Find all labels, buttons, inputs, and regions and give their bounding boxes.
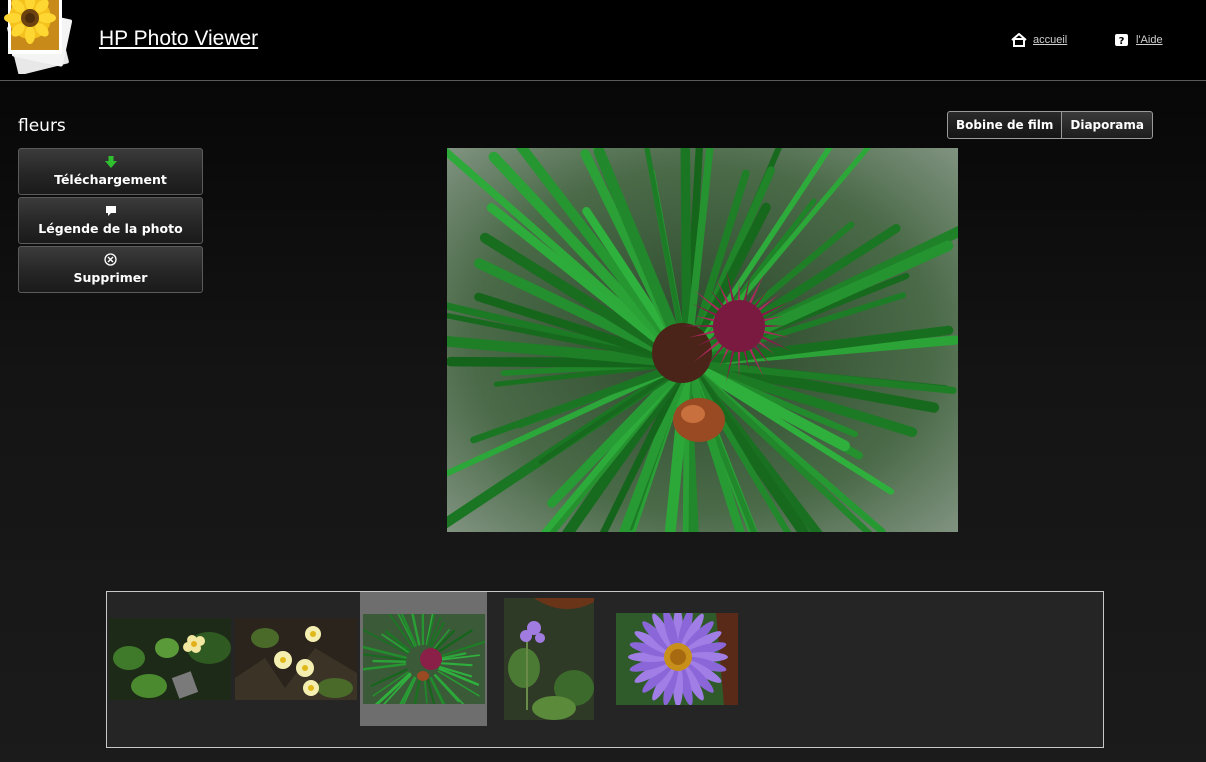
delete-button-label: Supprimer xyxy=(73,270,148,285)
thumbnail-3-selected[interactable] xyxy=(363,614,485,704)
download-button[interactable]: Téléchargement xyxy=(18,148,203,195)
album-title: fleurs xyxy=(18,116,66,136)
thumbnail-4[interactable] xyxy=(504,598,594,720)
home-link[interactable]: accueil xyxy=(1011,32,1068,47)
thumbnail-1[interactable] xyxy=(109,618,231,700)
delete-button[interactable]: Supprimer xyxy=(18,246,203,293)
delete-circle-icon xyxy=(104,248,117,266)
thumbnail-5[interactable] xyxy=(616,613,738,705)
download-arrow-icon xyxy=(104,150,117,168)
photo-caption-button-label: Légende de la photo xyxy=(38,221,183,236)
house-icon xyxy=(1011,32,1027,47)
top-bar: HP Photo Viewer accueil ? l'Aide xyxy=(0,0,1206,81)
help-link[interactable]: ? l'Aide xyxy=(1114,33,1163,47)
action-panel: Téléchargement Légende de la photo Suppr… xyxy=(18,148,203,295)
svg-text:?: ? xyxy=(1119,36,1125,47)
help-icon: ? xyxy=(1114,33,1130,47)
main-photo[interactable] xyxy=(447,148,958,532)
thumbnail-2[interactable] xyxy=(235,618,357,700)
app-title-link[interactable]: HP Photo Viewer xyxy=(99,27,258,51)
home-link-label: accueil xyxy=(1033,34,1068,46)
help-link-label: l'Aide xyxy=(1136,34,1163,46)
slideshow-button[interactable]: Diaporama xyxy=(1062,111,1153,139)
sunflower-logo-icon xyxy=(2,0,78,76)
speech-bubble-icon xyxy=(105,199,117,217)
filmstrip-view-button[interactable]: Bobine de film xyxy=(947,111,1063,139)
filmstrip xyxy=(106,591,1104,748)
photo-caption-button[interactable]: Légende de la photo xyxy=(18,197,203,244)
view-mode-toggle: Bobine de film Diaporama xyxy=(947,111,1153,139)
download-button-label: Téléchargement xyxy=(54,172,167,187)
